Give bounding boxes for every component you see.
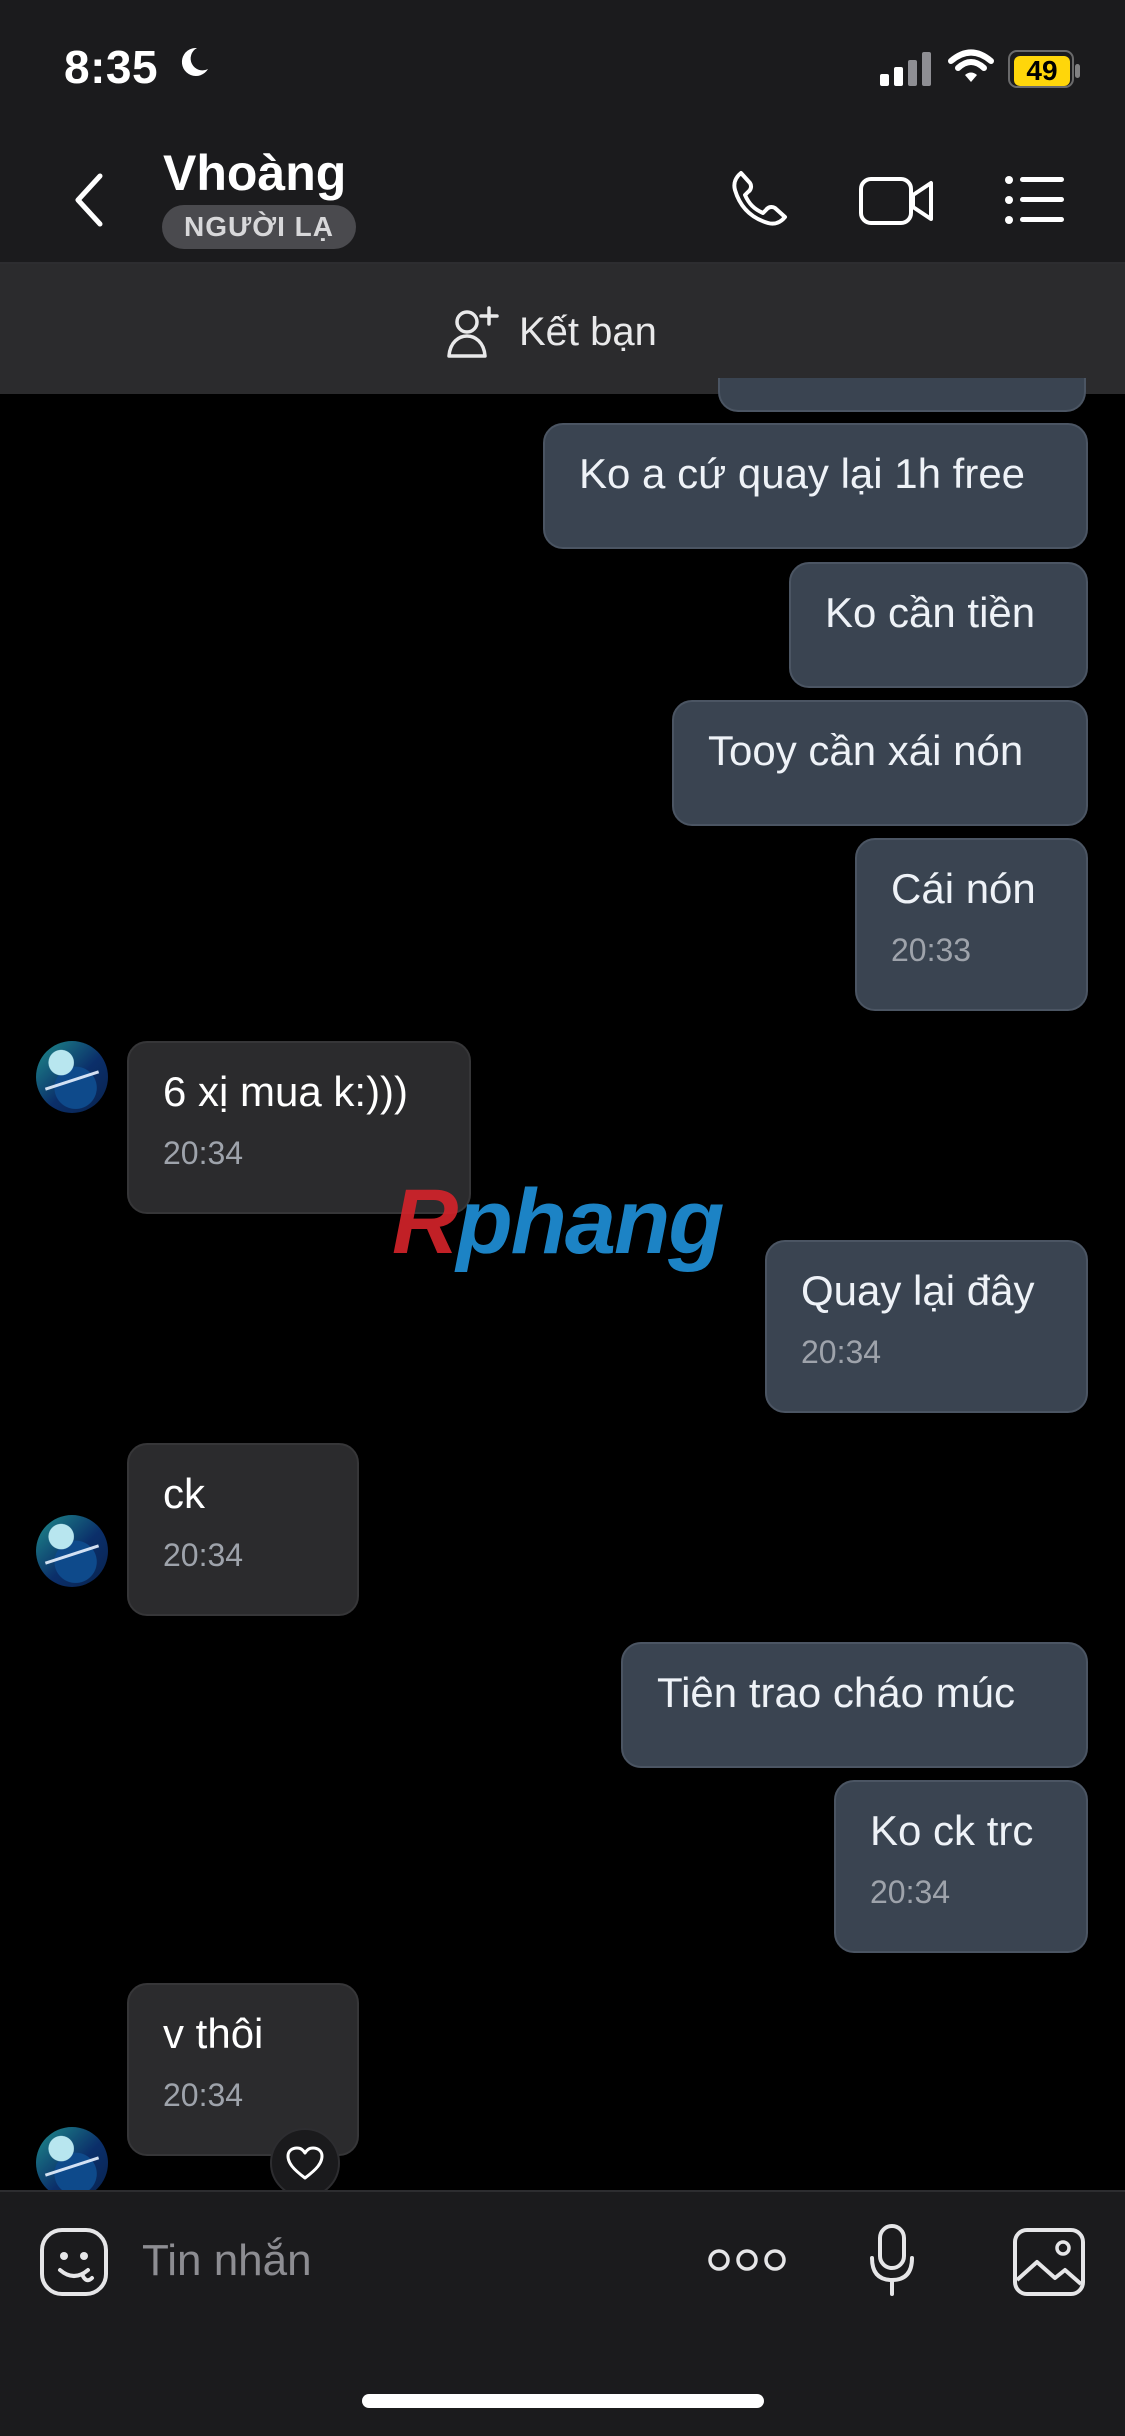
battery-indicator: 49 — [1008, 50, 1080, 88]
incoming-message[interactable]: ck 20:34 — [127, 1443, 359, 1616]
battery-body: 49 — [1008, 50, 1080, 88]
contact-avatar[interactable] — [36, 1041, 108, 1113]
home-indicator[interactable] — [362, 2394, 764, 2408]
phone-call-icon[interactable] — [723, 165, 793, 235]
outgoing-message[interactable]: Ko a cứ quay lại 1h free — [543, 423, 1088, 549]
message-text: Tiên trao cháo múc — [657, 1669, 1015, 1716]
contact-avatar[interactable] — [36, 2127, 108, 2199]
add-friend-button[interactable]: Kết bạn — [445, 300, 657, 364]
composer-divider — [0, 2190, 1125, 2192]
back-chevron-icon[interactable] — [66, 170, 112, 230]
message-text: Ko ck trc — [870, 1807, 1034, 1854]
message-text: v thôi — [163, 2010, 264, 2057]
more-options-icon[interactable] — [706, 2240, 788, 2280]
message-text: Cái nón — [891, 865, 1036, 912]
message-time: 20:33 — [891, 932, 972, 968]
status-time: 8:35 — [64, 41, 159, 93]
image-gallery-icon[interactable] — [1011, 2226, 1087, 2298]
outgoing-message[interactable]: Cái nón 20:33 — [855, 838, 1088, 1011]
add-user-icon — [447, 306, 499, 358]
signal-icon — [880, 52, 931, 86]
moon-icon — [181, 47, 208, 76]
outgoing-message[interactable]: Tooy cần xái nón — [672, 700, 1088, 826]
previous-message-bubble — [718, 378, 1086, 412]
incoming-message[interactable]: v thôi 20:34 — [127, 1983, 359, 2156]
outgoing-message[interactable]: Quay lại đây 20:34 — [765, 1240, 1088, 1413]
menu-list-icon[interactable] — [1000, 165, 1070, 235]
outgoing-message[interactable]: Ko cần tiền — [789, 562, 1088, 688]
battery-level: 49 — [1014, 56, 1070, 86]
microphone-icon[interactable] — [868, 2222, 916, 2298]
heart-icon — [286, 2146, 324, 2180]
message-text: Quay lại đây — [801, 1267, 1035, 1314]
battery-tip — [1075, 64, 1080, 78]
react-heart-button[interactable] — [270, 2128, 340, 2198]
message-time: 20:34 — [870, 1874, 951, 1910]
stranger-badge: NGƯỜI LẠ — [162, 205, 356, 249]
watermark-logo: Rphang — [392, 1171, 724, 1273]
message-time: 20:34 — [163, 1135, 244, 1171]
message-text: ck — [163, 1470, 205, 1517]
message-time: 20:34 — [163, 1537, 244, 1573]
add-friend-label: Kết bạn — [519, 309, 657, 354]
message-input[interactable]: Tin nhắn — [142, 2236, 312, 2286]
video-call-icon[interactable] — [857, 165, 935, 235]
message-text: Tooy cần xái nón — [708, 727, 1024, 774]
wifi-icon — [948, 49, 994, 82]
outgoing-message[interactable]: Tiên trao cháo múc — [621, 1642, 1088, 1768]
message-text: Ko a cứ quay lại 1h free — [579, 450, 1026, 497]
contact-name[interactable]: Vhoàng — [163, 144, 346, 202]
contact-avatar[interactable] — [36, 1515, 108, 1587]
message-text: Ko cần tiền — [825, 589, 1036, 636]
outgoing-message[interactable]: Ko ck trc 20:34 — [834, 1780, 1088, 1953]
message-time: 20:34 — [801, 1334, 882, 1370]
message-text: 6 xị mua k:))) — [163, 1068, 409, 1115]
emoji-sticker-icon[interactable] — [38, 2226, 110, 2298]
message-time: 20:34 — [163, 2077, 244, 2113]
